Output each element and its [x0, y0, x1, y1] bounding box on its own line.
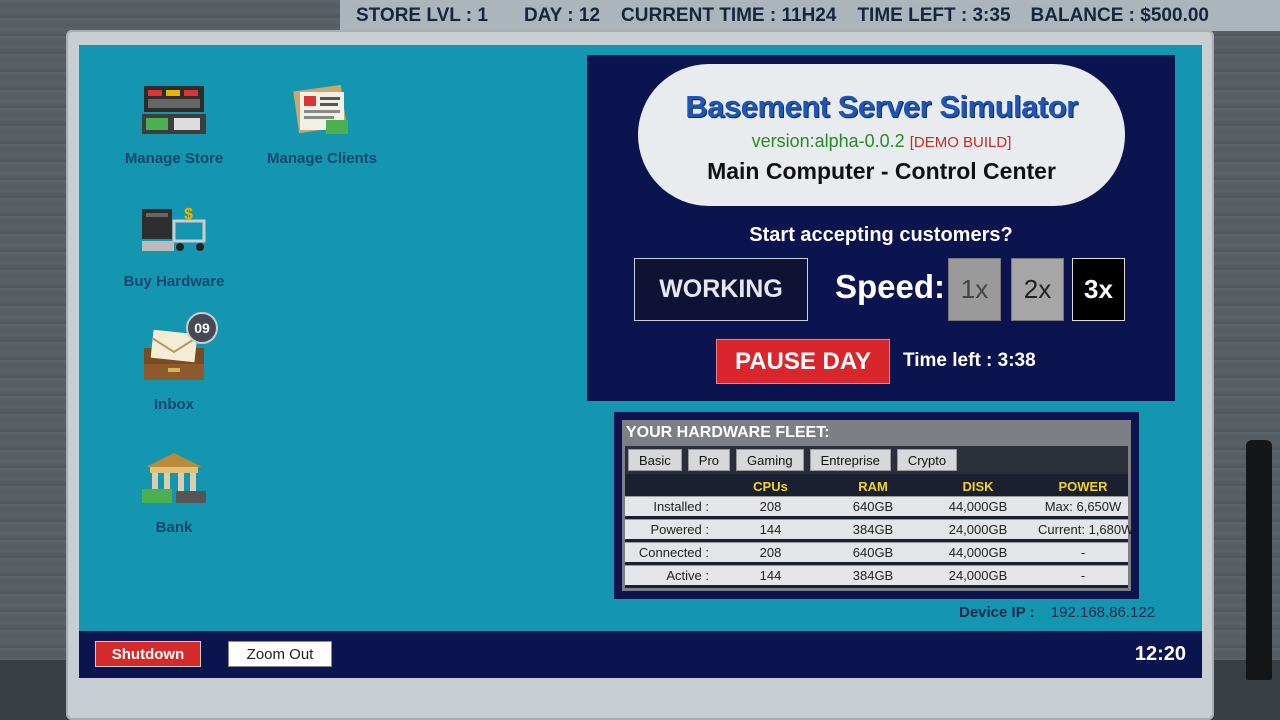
tab-pro[interactable]: Pro: [687, 449, 731, 471]
control-center-title: Main Computer - Control Center: [707, 158, 1056, 184]
inbox-label: Inbox: [154, 396, 194, 413]
device-ip-value: 192.168.86.122: [1050, 604, 1156, 621]
desktop-icon-buy-hardware[interactable]: $ Buy Hardware: [99, 203, 249, 290]
shutdown-button[interactable]: Shutdown: [95, 641, 201, 667]
working-toggle-button[interactable]: WORKING: [634, 258, 808, 321]
desktop-icon-manage-clients[interactable]: Manage Clients: [247, 80, 397, 167]
svg-text:$: $: [184, 206, 193, 223]
cell-cpus: 144: [759, 568, 782, 583]
cell-cpus: 208: [759, 545, 782, 560]
device-ip: Device IP : 192.168.86.122: [959, 604, 1155, 621]
cell-disk: 24,000GB: [948, 522, 1008, 537]
manage-store-label: Manage Store: [124, 150, 224, 167]
day-counter: DAY : 12: [523, 4, 601, 26]
clients-icon: [286, 80, 358, 140]
cell-power: -: [1080, 568, 1086, 583]
hardware-fleet-panel: YOUR HARDWARE FLEET: Basic Pro Gaming En…: [614, 412, 1139, 599]
cell-power: Current: 1,680W: [1038, 522, 1134, 537]
balance: BALANCE : $500.00: [1030, 4, 1209, 26]
current-time: CURRENT TIME : 11H24: [621, 4, 837, 26]
time-left-text: Time left : 3:38: [903, 350, 1036, 371]
header-power: POWER: [1058, 478, 1108, 494]
table-row-connected: Connected : 208 640GB 44,000GB -: [625, 542, 1128, 562]
taskbar: Shutdown Zoom Out 12:20: [79, 631, 1202, 678]
inbox-icon: 09: [138, 312, 218, 386]
desktop-icon-bank[interactable]: Bank: [99, 449, 249, 536]
table-row-powered: Powered : 144 384GB 24,000GB Current: 1,…: [625, 519, 1134, 539]
cell-power: -: [1080, 545, 1086, 560]
device-ip-label: Device IP :: [959, 604, 1035, 621]
row-label: Connected :: [638, 545, 709, 560]
control-center-panel: Basement Server Simulator version:alpha-…: [587, 55, 1175, 401]
tab-crypto[interactable]: Crypto: [896, 449, 958, 471]
cell-disk: 44,000GB: [948, 499, 1008, 514]
row-label: Powered :: [650, 522, 709, 537]
version-line: version:alpha-0.0.2 [DEMO BUILD]: [638, 131, 1125, 152]
pause-day-button[interactable]: PAUSE DAY: [716, 339, 890, 384]
desktop-icon-inbox[interactable]: 09 Inbox: [99, 312, 249, 413]
speed-3x-button[interactable]: 3x: [1072, 258, 1125, 321]
speed-1x-button[interactable]: 1x: [948, 258, 1001, 321]
hardware-fleet-table: CPUs RAM DISK POWER Installed : 208 640G…: [625, 474, 1134, 588]
buy-hardware-label: Buy Hardware: [123, 273, 225, 290]
version-text: version:alpha-0.0.2: [751, 131, 905, 151]
header-cpus: CPUs: [753, 478, 788, 494]
router-antenna: [1246, 440, 1272, 680]
header-ram: RAM: [858, 478, 888, 494]
cell-disk: 44,000GB: [948, 545, 1008, 560]
desktop-icon-manage-store[interactable]: Manage Store: [99, 80, 249, 167]
demo-build-tag: [DEMO BUILD]: [909, 134, 1012, 151]
tab-gaming[interactable]: Gaming: [736, 449, 804, 471]
cell-cpus: 144: [759, 522, 782, 537]
hardware-fleet-tabs: Basic Pro Gaming Entreprise Crypto: [625, 446, 1128, 474]
manage-clients-label: Manage Clients: [266, 150, 378, 167]
bank-label: Bank: [155, 519, 193, 536]
table-header-row: CPUs RAM DISK POWER: [625, 476, 1128, 496]
table-row-active: Active : 144 384GB 24,000GB -: [625, 565, 1128, 585]
title-banner: Basement Server Simulator version:alpha-…: [638, 64, 1125, 206]
bank-icon: [138, 449, 210, 509]
speed-2x-button[interactable]: 2x: [1011, 258, 1064, 321]
cell-ram: 384GB: [852, 522, 894, 537]
hardware-cart-icon: $: [138, 203, 210, 263]
inbox-unread-badge: 09: [186, 312, 218, 344]
table-row-installed: Installed : 208 640GB 44,000GB Max: 6,65…: [625, 496, 1128, 516]
speed-label: Speed:: [835, 268, 946, 305]
store-level: STORE LVL : 1: [356, 4, 488, 26]
cell-power: Max: 6,650W: [1044, 499, 1122, 514]
taskbar-clock: 12:20: [1134, 643, 1186, 665]
hardware-fleet-title: YOUR HARDWARE FLEET:: [626, 424, 830, 441]
cell-disk: 24,000GB: [948, 568, 1008, 583]
hardware-fleet-body: YOUR HARDWARE FLEET: Basic Pro Gaming En…: [622, 420, 1134, 591]
header-disk: DISK: [962, 478, 994, 494]
accept-customers-prompt: Start accepting customers?: [749, 224, 1013, 246]
game-title: Basement Server Simulator: [685, 89, 1078, 124]
tab-entreprise[interactable]: Entreprise: [809, 449, 891, 471]
zoom-out-button[interactable]: Zoom Out: [228, 641, 332, 667]
cell-ram: 384GB: [852, 568, 894, 583]
cell-cpus: 208: [759, 499, 782, 514]
cell-ram: 640GB: [852, 499, 894, 514]
tab-basic[interactable]: Basic: [628, 449, 682, 471]
row-label: Installed :: [653, 499, 709, 514]
top-status-hud: STORE LVL : 1 DAY : 12 CURRENT TIME : 11…: [340, 0, 1280, 31]
store-icon: [138, 80, 210, 140]
cell-ram: 640GB: [852, 545, 894, 560]
row-label: Active :: [666, 568, 709, 583]
desktop-screen: Manage Store Manage Clients $ Buy Hardwa…: [79, 45, 1202, 678]
time-left: TIME LEFT : 3:35: [857, 4, 1011, 26]
